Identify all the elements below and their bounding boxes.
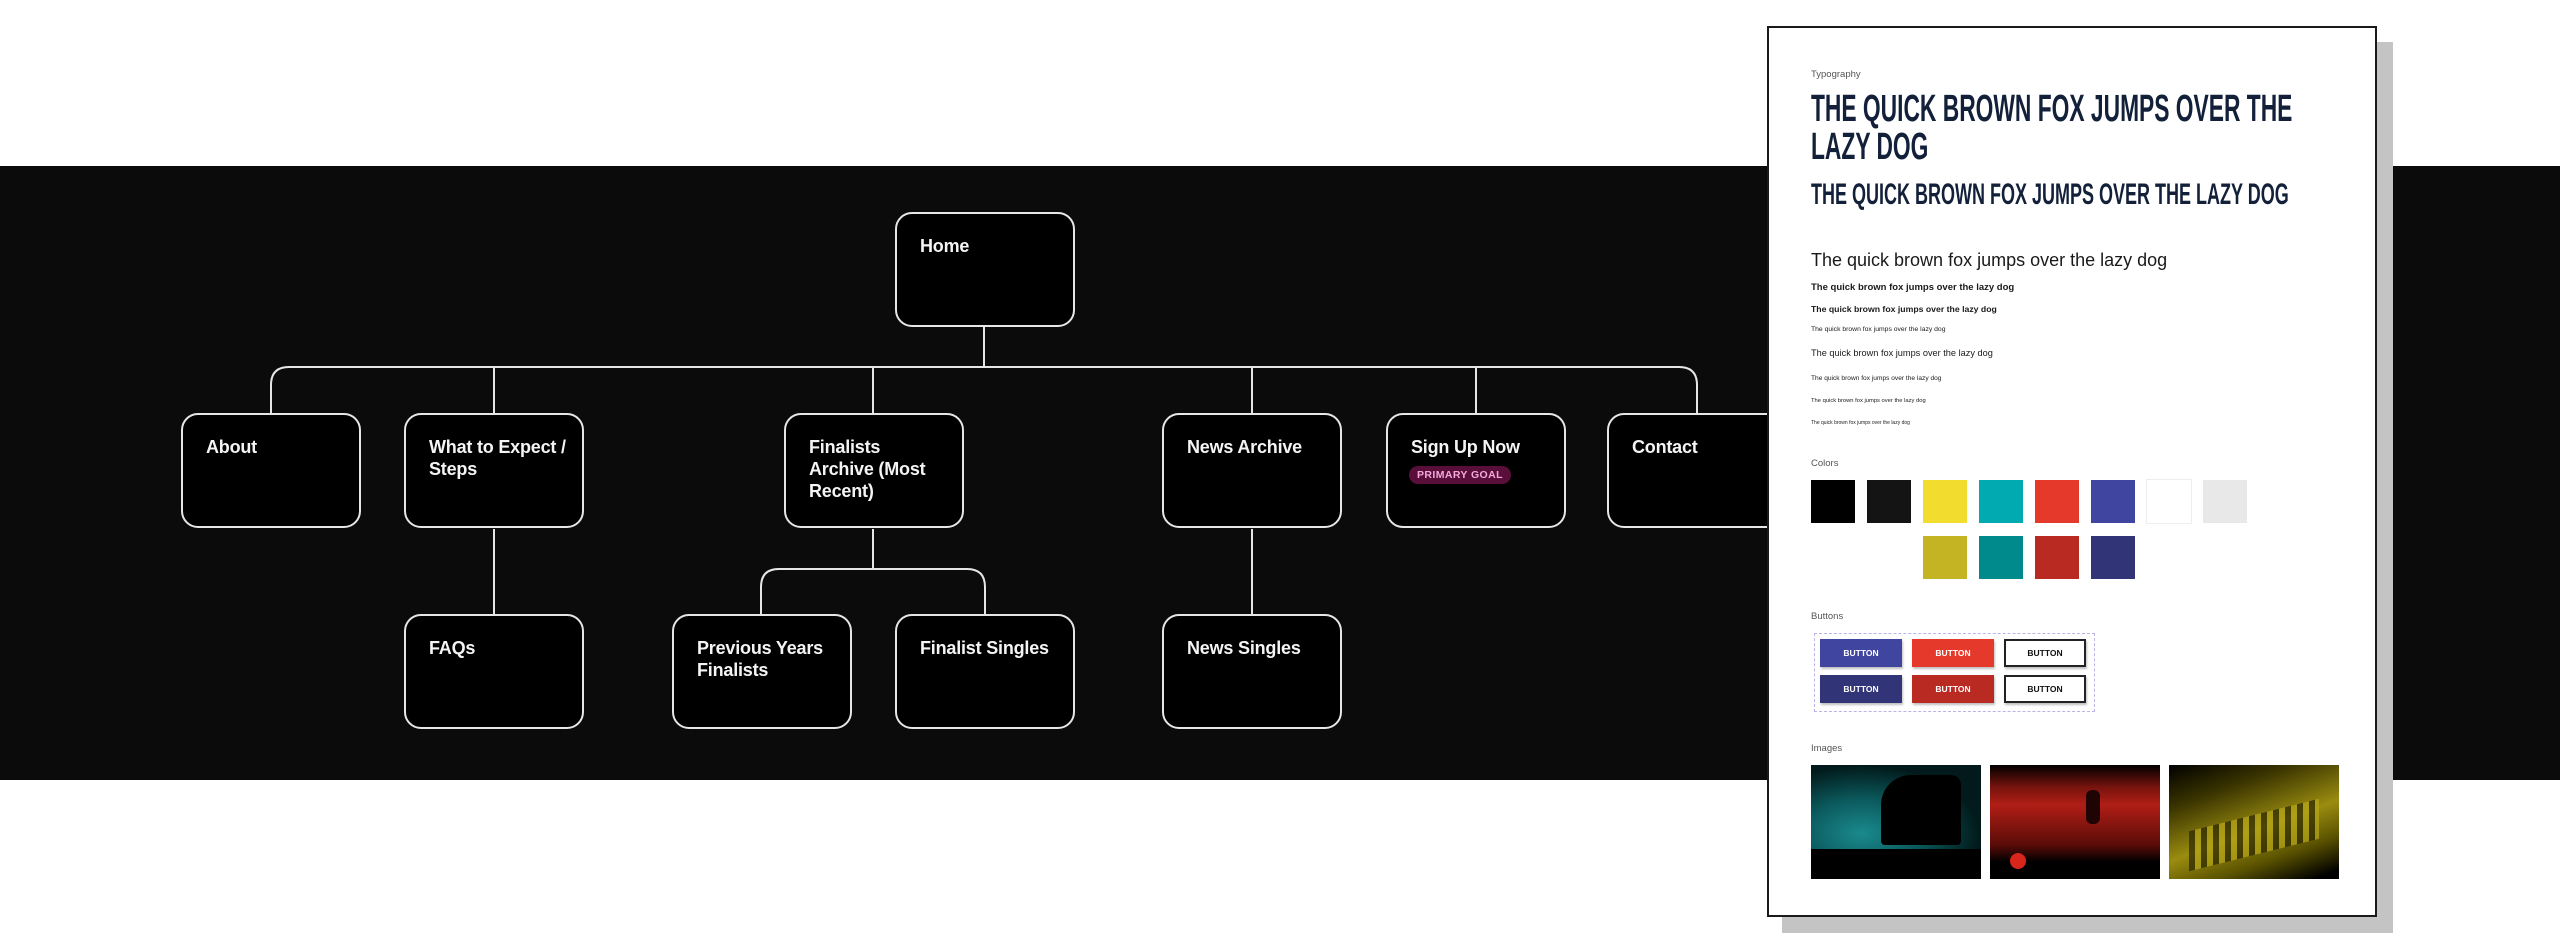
color-swatch — [1811, 480, 1855, 523]
node-label: Home — [920, 236, 970, 256]
button-samples: BUTTON BUTTON BUTTON BUTTON BUTTON BUTTO… — [1814, 633, 2095, 712]
primary-goal-badge: PRIMARY GOAL — [1409, 466, 1511, 484]
color-swatch — [2203, 480, 2247, 523]
primary-button-hover[interactable]: BUTTON — [1820, 675, 1902, 703]
body-sample: The quick brown fox jumps over the lazy … — [1811, 420, 1910, 426]
secondary-button-hover[interactable]: BUTTON — [1912, 675, 1994, 703]
node-label: What to Expect / Steps — [429, 437, 566, 479]
typography-label: Typography — [1811, 69, 1861, 80]
connector-finalists-children — [760, 529, 986, 614]
node-about[interactable]: About — [181, 413, 361, 528]
node-sign-up-now[interactable]: Sign Up Now PRIMARY GOAL — [1386, 413, 1566, 528]
color-swatch — [1923, 480, 1967, 523]
heading-2-sample: THE QUICK BROWN FOX JUMPS OVER THE LAZY … — [1811, 178, 2289, 211]
node-home[interactable]: Home — [895, 212, 1075, 327]
images-label: Images — [1811, 743, 1843, 754]
node-previous-years-finalists[interactable]: Previous Years Finalists — [672, 614, 852, 729]
color-swatch-shade — [1923, 536, 1967, 579]
node-label: Contact — [1632, 437, 1698, 457]
buttons-label: Buttons — [1811, 611, 1844, 622]
color-swatch-shade — [1979, 536, 2023, 579]
node-label: Previous Years Finalists — [697, 638, 823, 680]
body-sample: The quick brown fox jumps over the lazy … — [1811, 348, 1993, 358]
body-sample: The quick brown fox jumps over the lazy … — [1811, 375, 1942, 382]
heading-1-sample: THE QUICK BROWN FOX JUMPS OVER THE LAZY … — [1811, 88, 2293, 168]
body-large-sample: The quick brown fox jumps over the lazy … — [1811, 250, 2168, 270]
connector-level1-bar — [270, 366, 1698, 413]
node-label: FAQs — [429, 638, 476, 658]
color-swatch-shade — [2091, 536, 2135, 579]
node-news-singles[interactable]: News Singles — [1162, 614, 1342, 729]
secondary-button[interactable]: BUTTON — [1912, 639, 1994, 667]
image-dancer-red — [1990, 765, 2160, 879]
outline-button-hover[interactable]: BUTTON — [2004, 675, 2086, 703]
body-sample: The quick brown fox jumps over the lazy … — [1811, 326, 1946, 333]
node-news-archive[interactable]: News Archive — [1162, 413, 1342, 528]
node-faqs[interactable]: FAQs — [404, 614, 584, 729]
node-label: News Archive — [1187, 437, 1302, 457]
color-swatch-shade — [2035, 536, 2079, 579]
node-finalists-archive[interactable]: Finalists Archive (Most Recent) — [784, 413, 964, 528]
outline-button[interactable]: BUTTON — [2004, 639, 2086, 667]
color-swatch — [1979, 480, 2023, 523]
image-dancers-yellow — [2169, 765, 2339, 879]
node-label: About — [206, 437, 257, 457]
primary-button[interactable]: BUTTON — [1820, 639, 1902, 667]
node-finalist-singles[interactable]: Finalist Singles — [895, 614, 1075, 729]
body-sample: The quick brown fox jumps over the lazy … — [1811, 282, 2015, 293]
node-label: Finalist Singles — [920, 638, 1049, 658]
node-label: News Singles — [1187, 638, 1301, 658]
style-guide-panel: Typography THE QUICK BROWN FOX JUMPS OVE… — [1767, 26, 2377, 917]
node-label: Finalists Archive (Most Recent) — [809, 437, 926, 501]
node-what-to-expect[interactable]: What to Expect / Steps — [404, 413, 584, 528]
node-contact[interactable]: Contact — [1607, 413, 1787, 528]
colors-label: Colors — [1811, 458, 1839, 469]
image-pianist-teal — [1811, 765, 1981, 879]
node-label: Sign Up Now — [1411, 437, 1520, 457]
color-swatch — [1867, 480, 1911, 523]
color-swatch — [2146, 479, 2192, 524]
color-swatch — [2091, 480, 2135, 523]
body-sample: The quick brown fox jumps over the lazy … — [1811, 304, 1997, 314]
body-sample: The quick brown fox jumps over the lazy … — [1811, 398, 1926, 404]
color-swatch — [2035, 480, 2079, 523]
